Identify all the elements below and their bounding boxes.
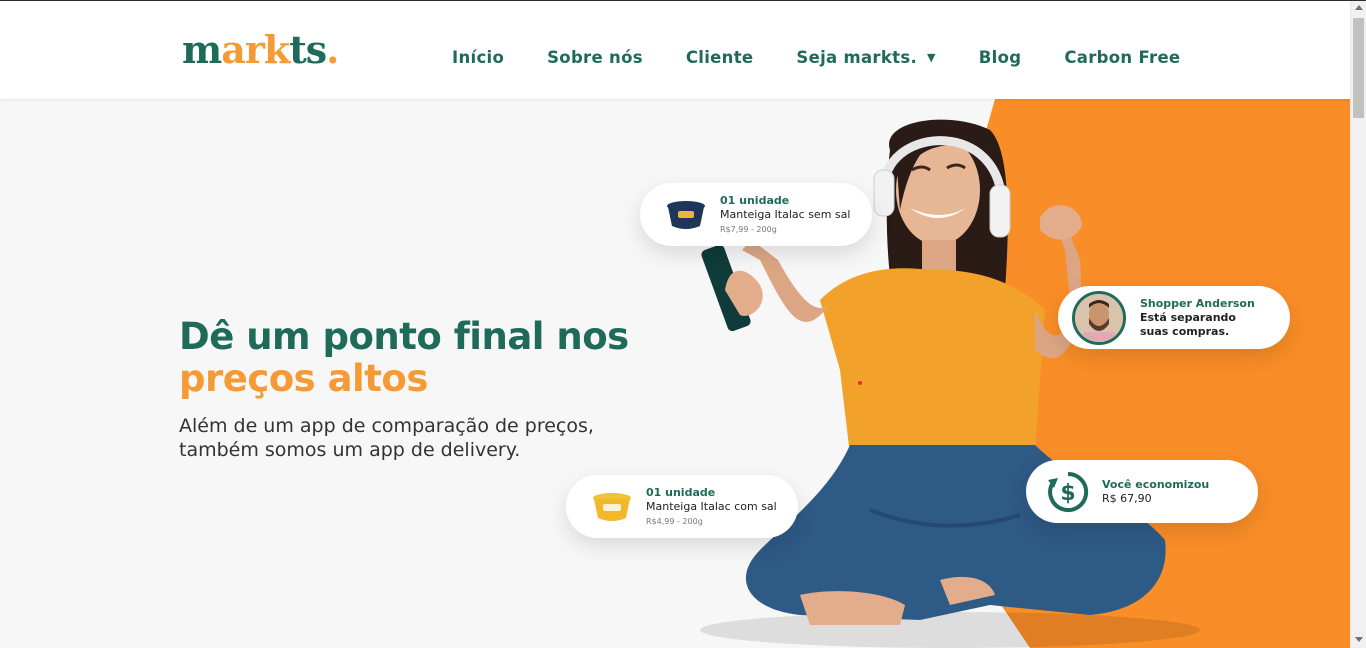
savings-value: R$ 67,90 <box>1102 491 1152 505</box>
nav-inicio[interactable]: Início <box>452 48 504 67</box>
site-header: markts. Início Sobre nós Cliente Seja ma… <box>0 1 1350 99</box>
nav-blog[interactable]: Blog <box>979 48 1022 67</box>
dollar-refresh-icon: $ <box>1048 471 1089 512</box>
shopper-card-text: Shopper Anderson Está separando suas com… <box>1140 297 1255 339</box>
shopper-title: Shopper Anderson <box>1140 296 1255 310</box>
markts-logo[interactable]: markts. <box>182 31 339 69</box>
savings-card-text: Você economizou R$ 67,90 <box>1102 478 1209 506</box>
product-name: Manteiga Italac com sal <box>646 499 777 513</box>
nav-cliente[interactable]: Cliente <box>686 48 754 67</box>
caret-down-icon: ▼ <box>927 51 936 64</box>
product-price: R$4,99 - 200g <box>646 516 703 526</box>
product-card-text: 01 unidade Manteiga Italac com sal R$4,9… <box>646 486 777 528</box>
product-card-com-sal: 01 unidade Manteiga Italac com sal R$4,9… <box>566 475 798 538</box>
hero-headline: Dê um ponto final nos preços altos <box>179 316 629 400</box>
nav-carbon-free[interactable]: Carbon Free <box>1064 48 1180 67</box>
shopper-card: Shopper Anderson Está separando suas com… <box>1058 286 1290 349</box>
shopper-status-line2: suas compras. <box>1140 324 1230 338</box>
product-price: R$7,99 - 200g <box>720 224 777 234</box>
product-qty: 01 unidade <box>646 485 716 499</box>
svg-text:$: $ <box>1060 481 1075 506</box>
shopper-avatar <box>1072 290 1126 345</box>
butter-tub-yellow-icon <box>593 492 631 521</box>
butter-tub-blue-icon <box>667 200 705 229</box>
hero-headline-line1: Dê um ponto final nos <box>179 315 629 358</box>
savings-card: $ Você economizou R$ 67,90 <box>1026 460 1258 523</box>
savings-title: Você economizou <box>1102 477 1210 491</box>
hero-subtext: Além de um app de comparação de preços, … <box>179 415 594 461</box>
red-dot-marker <box>858 381 862 385</box>
scroll-thumb[interactable] <box>1353 18 1364 118</box>
hero-headline-line2: preços altos <box>179 357 428 400</box>
main-nav: Início Sobre nós Cliente Seja markts. ▼ B… <box>452 48 1223 67</box>
nav-sobre-nos[interactable]: Sobre nós <box>547 48 643 67</box>
nav-seja-markts-label: Seja markts. <box>796 48 918 67</box>
scroll-down-arrow-icon[interactable] <box>1355 637 1363 642</box>
vertical-scrollbar[interactable] <box>1350 1 1366 648</box>
product-name: Manteiga Italac sem sal <box>720 207 851 221</box>
product-qty: 01 unidade <box>720 193 790 207</box>
nav-seja-markts[interactable]: Seja markts. ▼ <box>796 48 935 67</box>
shopper-status-line1: Está separando <box>1140 310 1236 324</box>
product-card-text: 01 unidade Manteiga Italac sem sal R$7,9… <box>720 194 850 236</box>
product-card-sem-sal: 01 unidade Manteiga Italac sem sal R$7,9… <box>640 183 872 246</box>
scroll-up-arrow-icon[interactable] <box>1355 5 1363 10</box>
